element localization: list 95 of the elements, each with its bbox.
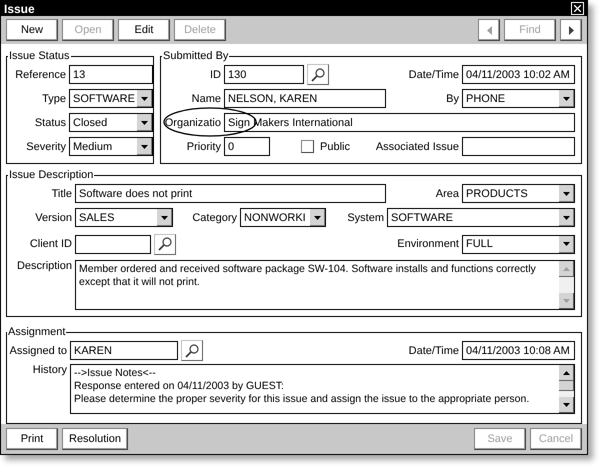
field-label: By (445, 92, 459, 104)
dropdown-arrow-button[interactable] (558, 236, 574, 252)
caret-icon (563, 216, 570, 220)
footer-button[interactable]: Resolution (62, 428, 128, 450)
dropdown-arrow-button[interactable] (136, 138, 152, 155)
title-field[interactable]: Software does not print (75, 184, 386, 203)
history-text-line: Response entered on 04/11/2003 by GUEST: (74, 380, 285, 393)
dropdown-arrow-button[interactable] (558, 209, 574, 226)
public-checkbox[interactable]: Public (301, 140, 350, 153)
field-label: Category (191, 212, 237, 224)
magnifier-icon (184, 342, 200, 358)
dropdown-arrow-button[interactable] (309, 209, 325, 226)
caret-icon (563, 242, 570, 246)
field-label: Title (50, 188, 72, 200)
group-title: Issue Status (8, 50, 71, 62)
magnifier-icon (310, 66, 326, 82)
assigned-to-field[interactable]: KAREN (70, 341, 178, 360)
system-dropdown[interactable]: SOFTWARE (387, 208, 575, 227)
description-text-line: except that it will not print. (79, 276, 201, 289)
field-label: History (32, 364, 67, 376)
name-field[interactable]: NELSON, KAREN (224, 89, 386, 108)
dropdown-arrow-button[interactable] (558, 185, 574, 202)
footer-button[interactable]: Print (6, 428, 58, 450)
caret-icon (161, 216, 168, 220)
left-triangle-icon (486, 26, 492, 34)
group-title: Assignment (7, 326, 66, 338)
lookup-button[interactable] (154, 234, 176, 254)
scrollbar[interactable] (559, 365, 574, 413)
magnifier-icon (157, 236, 173, 252)
close-icon (574, 5, 581, 12)
scroll-thumb[interactable] (559, 381, 574, 391)
priority-field[interactable]: 0 (224, 137, 270, 156)
field-label: Associated Issue (374, 140, 459, 152)
status-value-field[interactable]: 13 (69, 65, 153, 84)
right-triangle-icon (568, 26, 574, 34)
caret-icon (563, 96, 570, 100)
version-dropdown[interactable]: SALES (75, 208, 173, 227)
field-label: Area (434, 188, 459, 200)
field-label: Status (34, 116, 66, 128)
scroll-down-button[interactable] (559, 397, 574, 413)
dropdown-arrow-button[interactable] (136, 90, 152, 107)
field-label: Client ID (28, 238, 72, 250)
field-label: Severity (25, 140, 66, 152)
scroll-up-button[interactable] (559, 365, 574, 381)
close-button[interactable] (571, 2, 584, 15)
lookup-button[interactable] (181, 340, 203, 361)
field-label: Description (16, 260, 72, 272)
field-label: Name (190, 92, 221, 104)
down-caret-icon (563, 403, 570, 407)
date-time-field[interactable]: 04/11/2003 10:02 AM (462, 65, 575, 84)
field-label: Organizatio (164, 116, 221, 128)
caret-icon (141, 96, 148, 100)
field-label: Environment (396, 238, 459, 250)
dropdown-arrow-button[interactable] (558, 90, 574, 107)
environment-dropdown[interactable]: FULL (462, 234, 575, 254)
toolbar-button[interactable]: New (6, 19, 58, 41)
status-value-dropdown[interactable]: Closed (69, 113, 153, 132)
status-value-dropdown[interactable]: SOFTWARE (69, 89, 153, 108)
caret-icon (314, 216, 321, 220)
field-label: Version (34, 212, 72, 224)
caret-icon (141, 120, 148, 124)
window-title: Issue (4, 2, 35, 16)
up-caret-icon (563, 267, 570, 271)
field-label: System (346, 212, 384, 224)
history-text-line: -->Issue Notes<-- (74, 367, 157, 380)
field-label: Type (41, 92, 66, 104)
description-text-line: Member ordered and received software package SW-104. Software installs and functions correctly (79, 263, 537, 276)
dropdown-arrow-button[interactable] (136, 114, 152, 131)
toolbar-button[interactable]: Edit (118, 19, 170, 41)
field-label: Date/Time (408, 344, 459, 356)
lookup-button[interactable] (307, 64, 329, 85)
caret-icon (141, 144, 148, 148)
group-title: Issue Description (8, 169, 94, 181)
field-label: Reference (14, 68, 66, 80)
down-caret-icon (563, 299, 570, 303)
associated-issue-field[interactable] (462, 137, 575, 156)
caret-icon (563, 192, 570, 196)
by-dropdown[interactable]: PHONE (462, 89, 575, 108)
field-label: Date/Time (408, 68, 459, 80)
dropdown-arrow-button[interactable] (156, 209, 172, 226)
history-text-line: Please determine the proper severity for this issue and assign the issue to the appropriate person. (74, 393, 530, 406)
category-dropdown[interactable]: NONWORKI (240, 208, 326, 227)
client-id-field[interactable] (75, 234, 151, 254)
group-title: Submitted By (162, 50, 230, 62)
date-time-field[interactable]: 04/11/2003 10:08 AM (462, 341, 575, 360)
status-value-dropdown[interactable]: Medium (69, 137, 153, 156)
next-button[interactable] (560, 19, 582, 41)
description-field[interactable]: Member ordered and received software package SW-104. Software installs and functions correctly except that it will not print. (75, 260, 575, 310)
field-label: ID (209, 68, 221, 80)
history-field[interactable]: -->Issue Notes<-- Response entered on 04/11/2003 by GUEST: Please determine the proper severity for this issue and assign the issue to the appropriate person. (70, 364, 575, 414)
up-caret-icon (563, 371, 570, 375)
field-label: Assigned to (9, 344, 67, 356)
id-field[interactable]: 130 (224, 65, 304, 84)
area-dropdown[interactable]: PRODUCTS (462, 184, 575, 203)
field-label: Priority (186, 140, 221, 152)
